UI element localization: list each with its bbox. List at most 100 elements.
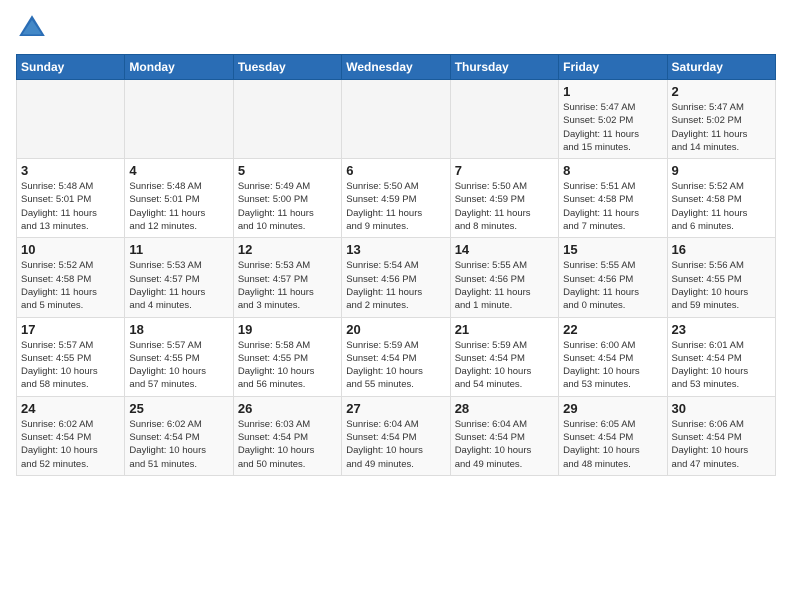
day-number: 19 <box>238 322 337 337</box>
day-detail: Sunrise: 5:47 AM Sunset: 5:02 PM Dayligh… <box>672 101 771 154</box>
calendar-cell: 21 Sunrise: 5:59 AM Sunset: 4:54 PM Dayli… <box>450 317 558 396</box>
calendar-cell: 15Sunrise: 5:55 AM Sunset: 4:56 PM Dayli… <box>559 238 667 317</box>
calendar-cell: 25 Sunrise: 6:02 AM Sunset: 4:54 PM Dayli… <box>125 396 233 475</box>
calendar-cell <box>125 80 233 159</box>
weekday-header: Sunday <box>17 55 125 80</box>
day-number: 12 <box>238 242 337 257</box>
calendar-cell: 11Sunrise: 5:53 AM Sunset: 4:57 PM Dayli… <box>125 238 233 317</box>
weekday-header: Thursday <box>450 55 558 80</box>
calendar-cell: 26 Sunrise: 6:03 AM Sunset: 4:54 PM Dayli… <box>233 396 341 475</box>
day-detail: Sunrise: 5:57 AM Sunset: 4:55 PM Dayligh… <box>129 339 228 392</box>
calendar-cell: 1 Sunrise: 5:47 AM Sunset: 5:02 PM Daylig… <box>559 80 667 159</box>
calendar-cell: 10 Sunrise: 5:52 AM Sunset: 4:58 PM Dayli… <box>17 238 125 317</box>
day-detail: Sunrise: 5:55 AM Sunset: 4:56 PM Dayligh… <box>455 259 554 312</box>
calendar-cell: 6Sunrise: 5:50 AM Sunset: 4:59 PM Daylig… <box>342 159 450 238</box>
weekday-header: Tuesday <box>233 55 341 80</box>
day-detail: Sunrise: 6:05 AM Sunset: 4:54 PM Dayligh… <box>563 418 662 471</box>
day-detail: Sunrise: 5:59 AM Sunset: 4:54 PM Dayligh… <box>455 339 554 392</box>
day-detail: Sunrise: 6:02 AM Sunset: 4:54 PM Dayligh… <box>21 418 120 471</box>
calendar-cell <box>342 80 450 159</box>
calendar-cell: 5 Sunrise: 5:49 AM Sunset: 5:00 PM Daylig… <box>233 159 341 238</box>
day-number: 10 <box>21 242 120 257</box>
day-detail: Sunrise: 5:58 AM Sunset: 4:55 PM Dayligh… <box>238 339 337 392</box>
day-detail: Sunrise: 5:49 AM Sunset: 5:00 PM Dayligh… <box>238 180 337 233</box>
weekday-header: Monday <box>125 55 233 80</box>
calendar-cell: 8 Sunrise: 5:51 AM Sunset: 4:58 PM Daylig… <box>559 159 667 238</box>
day-detail: Sunrise: 5:51 AM Sunset: 4:58 PM Dayligh… <box>563 180 662 233</box>
day-detail: Sunrise: 6:04 AM Sunset: 4:54 PM Dayligh… <box>346 418 445 471</box>
day-number: 13 <box>346 242 445 257</box>
calendar-cell: 29 Sunrise: 6:05 AM Sunset: 4:54 PM Dayli… <box>559 396 667 475</box>
day-number: 25 <box>129 401 228 416</box>
calendar-cell: 12 Sunrise: 5:53 AM Sunset: 4:57 PM Dayli… <box>233 238 341 317</box>
weekday-header: Wednesday <box>342 55 450 80</box>
day-detail: Sunrise: 5:47 AM Sunset: 5:02 PM Dayligh… <box>563 101 662 154</box>
day-detail: Sunrise: 5:53 AM Sunset: 4:57 PM Dayligh… <box>238 259 337 312</box>
day-detail: Sunrise: 6:04 AM Sunset: 4:54 PM Dayligh… <box>455 418 554 471</box>
day-number: 29 <box>563 401 662 416</box>
calendar-week-row: 24 Sunrise: 6:02 AM Sunset: 4:54 PM Dayli… <box>17 396 776 475</box>
weekday-header: Friday <box>559 55 667 80</box>
day-number: 9 <box>672 163 771 178</box>
day-detail: Sunrise: 5:52 AM Sunset: 4:58 PM Dayligh… <box>21 259 120 312</box>
calendar-cell <box>450 80 558 159</box>
day-detail: Sunrise: 5:48 AM Sunset: 5:01 PM Dayligh… <box>129 180 228 233</box>
day-number: 28 <box>455 401 554 416</box>
header-row: SundayMondayTuesdayWednesdayThursdayFrid… <box>17 55 776 80</box>
day-number: 27 <box>346 401 445 416</box>
day-number: 2 <box>672 84 771 99</box>
calendar-cell <box>233 80 341 159</box>
logo <box>16 12 52 44</box>
header <box>16 12 776 44</box>
day-number: 18 <box>129 322 228 337</box>
weekday-header: Saturday <box>667 55 775 80</box>
day-number: 26 <box>238 401 337 416</box>
day-number: 23 <box>672 322 771 337</box>
day-detail: Sunrise: 5:48 AM Sunset: 5:01 PM Dayligh… <box>21 180 120 233</box>
day-detail: Sunrise: 5:56 AM Sunset: 4:55 PM Dayligh… <box>672 259 771 312</box>
day-detail: Sunrise: 5:52 AM Sunset: 4:58 PM Dayligh… <box>672 180 771 233</box>
day-number: 17 <box>21 322 120 337</box>
calendar-cell: 27 Sunrise: 6:04 AM Sunset: 4:54 PM Dayli… <box>342 396 450 475</box>
calendar-cell: 17 Sunrise: 5:57 AM Sunset: 4:55 PM Dayli… <box>17 317 125 396</box>
calendar-cell: 2 Sunrise: 5:47 AM Sunset: 5:02 PM Daylig… <box>667 80 775 159</box>
day-number: 21 <box>455 322 554 337</box>
day-number: 30 <box>672 401 771 416</box>
day-number: 5 <box>238 163 337 178</box>
day-detail: Sunrise: 6:00 AM Sunset: 4:54 PM Dayligh… <box>563 339 662 392</box>
day-number: 15 <box>563 242 662 257</box>
day-number: 8 <box>563 163 662 178</box>
day-number: 1 <box>563 84 662 99</box>
day-detail: Sunrise: 5:59 AM Sunset: 4:54 PM Dayligh… <box>346 339 445 392</box>
day-detail: Sunrise: 6:02 AM Sunset: 4:54 PM Dayligh… <box>129 418 228 471</box>
calendar-cell: 7 Sunrise: 5:50 AM Sunset: 4:59 PM Daylig… <box>450 159 558 238</box>
calendar-week-row: 10 Sunrise: 5:52 AM Sunset: 4:58 PM Dayli… <box>17 238 776 317</box>
calendar-cell: 16Sunrise: 5:56 AM Sunset: 4:55 PM Dayli… <box>667 238 775 317</box>
calendar-cell: 22Sunrise: 6:00 AM Sunset: 4:54 PM Dayli… <box>559 317 667 396</box>
day-number: 20 <box>346 322 445 337</box>
day-number: 11 <box>129 242 228 257</box>
calendar-cell: 24 Sunrise: 6:02 AM Sunset: 4:54 PM Dayli… <box>17 396 125 475</box>
calendar-table: SundayMondayTuesdayWednesdayThursdayFrid… <box>16 54 776 476</box>
calendar-cell: 13 Sunrise: 5:54 AM Sunset: 4:56 PM Dayli… <box>342 238 450 317</box>
day-detail: Sunrise: 5:50 AM Sunset: 4:59 PM Dayligh… <box>455 180 554 233</box>
day-number: 14 <box>455 242 554 257</box>
day-detail: Sunrise: 6:03 AM Sunset: 4:54 PM Dayligh… <box>238 418 337 471</box>
calendar-cell: 19 Sunrise: 5:58 AM Sunset: 4:55 PM Dayli… <box>233 317 341 396</box>
calendar-cell: 28 Sunrise: 6:04 AM Sunset: 4:54 PM Dayli… <box>450 396 558 475</box>
calendar-cell <box>17 80 125 159</box>
day-number: 6 <box>346 163 445 178</box>
day-detail: Sunrise: 6:06 AM Sunset: 4:54 PM Dayligh… <box>672 418 771 471</box>
calendar-week-row: 3Sunrise: 5:48 AM Sunset: 5:01 PM Daylig… <box>17 159 776 238</box>
day-detail: Sunrise: 5:54 AM Sunset: 4:56 PM Dayligh… <box>346 259 445 312</box>
calendar-cell: 4 Sunrise: 5:48 AM Sunset: 5:01 PM Daylig… <box>125 159 233 238</box>
calendar-week-row: 1 Sunrise: 5:47 AM Sunset: 5:02 PM Daylig… <box>17 80 776 159</box>
calendar-cell: 23Sunrise: 6:01 AM Sunset: 4:54 PM Dayli… <box>667 317 775 396</box>
page-container: SundayMondayTuesdayWednesdayThursdayFrid… <box>0 0 792 484</box>
day-detail: Sunrise: 5:57 AM Sunset: 4:55 PM Dayligh… <box>21 339 120 392</box>
day-number: 24 <box>21 401 120 416</box>
calendar-cell: 30 Sunrise: 6:06 AM Sunset: 4:54 PM Dayli… <box>667 396 775 475</box>
day-number: 4 <box>129 163 228 178</box>
calendar-week-row: 17 Sunrise: 5:57 AM Sunset: 4:55 PM Dayli… <box>17 317 776 396</box>
day-number: 7 <box>455 163 554 178</box>
